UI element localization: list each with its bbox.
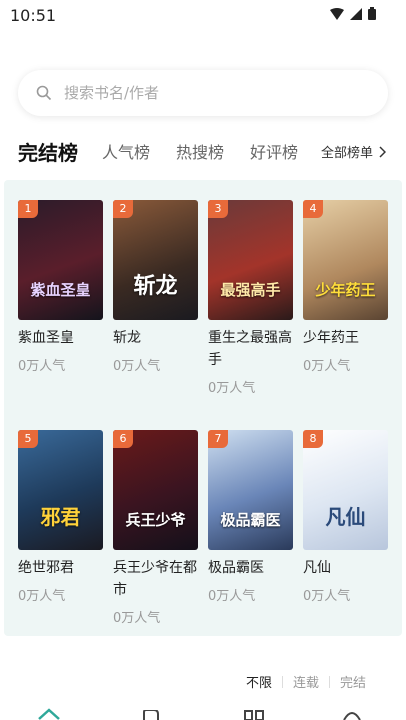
home-icon[interactable] (38, 708, 60, 720)
book-title[interactable]: 重生之最强高手 (208, 327, 293, 371)
cover-title: 凡仙 (325, 505, 366, 529)
book-item[interactable]: 6 兵王少爷 兵王少爷在都市 0万人气 (113, 430, 198, 660)
book-title[interactable]: 极品霸医 (208, 557, 293, 579)
bookshelf-icon[interactable] (142, 710, 160, 720)
tab-good-reviews[interactable]: 好评榜 (250, 139, 298, 163)
book-cover[interactable]: 6 兵王少爷 (113, 430, 198, 550)
all-lists-link[interactable]: 全部榜单 (321, 142, 386, 161)
book-grid: 1 紫血圣皇 紫血圣皇 0万人气 2 斩龙 斩龙 0万人气 3 最强高手 重生之… (18, 200, 398, 660)
book-title[interactable]: 紫血圣皇 (18, 327, 103, 349)
filter-serial[interactable]: 连载 (293, 672, 319, 691)
book-item[interactable]: 7 极品霸医 极品霸医 0万人气 (208, 430, 293, 660)
book-popularity: 0万人气 (303, 589, 351, 604)
book-popularity: 0万人气 (208, 589, 256, 604)
rank-badge: 7 (208, 430, 228, 448)
filter-divider (328, 675, 330, 688)
wifi-icon (330, 7, 344, 20)
book-cover[interactable]: 4 少年药王 (303, 200, 388, 320)
all-lists-label: 全部榜单 (320, 146, 373, 161)
tab-hot-search[interactable]: 热搜榜 (176, 139, 224, 163)
search-input[interactable] (62, 83, 326, 103)
book-popularity: 0万人气 (18, 359, 66, 374)
battery-icon (368, 7, 376, 20)
book-cover[interactable]: 5 邪君 (18, 430, 103, 550)
category-icon[interactable] (244, 710, 264, 720)
status-bar: 10:51 (0, 0, 406, 34)
book-popularity: 0万人气 (303, 359, 351, 374)
status-time: 10:51 (10, 6, 57, 25)
book-popularity: 0万人气 (208, 381, 256, 396)
status-icons (330, 7, 376, 20)
book-title[interactable]: 斩龙 (113, 327, 198, 349)
book-item[interactable]: 2 斩龙 斩龙 0万人气 (113, 200, 198, 430)
book-cover[interactable]: 3 最强高手 (208, 200, 293, 320)
book-item[interactable]: 8 凡仙 凡仙 0万人气 (303, 430, 388, 660)
profile-icon[interactable] (342, 710, 362, 720)
book-cover[interactable]: 7 极品霸医 (208, 430, 293, 550)
chevron-right-icon (379, 145, 386, 158)
cover-title: 邪君 (40, 505, 81, 529)
ranking-tabs: 完结榜 人气榜 热搜榜 好评榜 全部榜单 (18, 134, 398, 168)
rank-badge: 8 (303, 430, 323, 448)
rank-badge: 4 (303, 200, 323, 218)
rank-badge: 2 (113, 200, 133, 218)
book-cover[interactable]: 8 凡仙 (303, 430, 388, 550)
rank-badge: 3 (208, 200, 228, 218)
book-popularity: 0万人气 (18, 589, 66, 604)
tab-completed[interactable]: 完结榜 (18, 137, 78, 166)
book-item[interactable]: 4 少年药王 少年药王 0万人气 (303, 200, 388, 430)
book-title[interactable]: 绝世邪君 (18, 557, 103, 579)
book-item[interactable]: 5 邪君 绝世邪君 0万人气 (18, 430, 103, 660)
bottom-nav (0, 704, 406, 720)
cover-title: 少年药王 (315, 281, 376, 299)
book-item[interactable]: 1 紫血圣皇 紫血圣皇 0万人气 (18, 200, 103, 430)
filter-divider (281, 675, 283, 688)
book-popularity: 0万人气 (113, 611, 161, 626)
cover-title: 斩龙 (133, 274, 178, 299)
book-title[interactable]: 凡仙 (303, 557, 388, 579)
book-title[interactable]: 少年药王 (303, 327, 388, 349)
signal-icon (350, 7, 362, 20)
rank-badge: 5 (18, 430, 38, 448)
book-title[interactable]: 兵王少爷在都市 (113, 557, 198, 601)
rank-badge: 1 (18, 200, 38, 218)
tab-popular[interactable]: 人气榜 (102, 139, 150, 163)
rank-badge: 6 (113, 430, 133, 448)
status-filter: 不限 连载 完结 (246, 672, 366, 691)
book-panel: 1 紫血圣皇 紫血圣皇 0万人气 2 斩龙 斩龙 0万人气 3 最强高手 重生之… (4, 180, 402, 636)
filter-unlimited[interactable]: 不限 (246, 672, 272, 691)
search-bar[interactable] (18, 70, 388, 116)
search-icon (36, 84, 54, 102)
book-cover[interactable]: 1 紫血圣皇 (18, 200, 103, 320)
cover-title: 紫血圣皇 (30, 281, 91, 299)
book-popularity: 0万人气 (113, 359, 161, 374)
book-item[interactable]: 3 最强高手 重生之最强高手 0万人气 (208, 200, 293, 430)
cover-title: 兵王少爷 (125, 511, 186, 529)
cover-title: 最强高手 (220, 281, 281, 299)
cover-title: 极品霸医 (220, 511, 281, 529)
filter-completed[interactable]: 完结 (340, 672, 366, 691)
book-cover[interactable]: 2 斩龙 (113, 200, 198, 320)
